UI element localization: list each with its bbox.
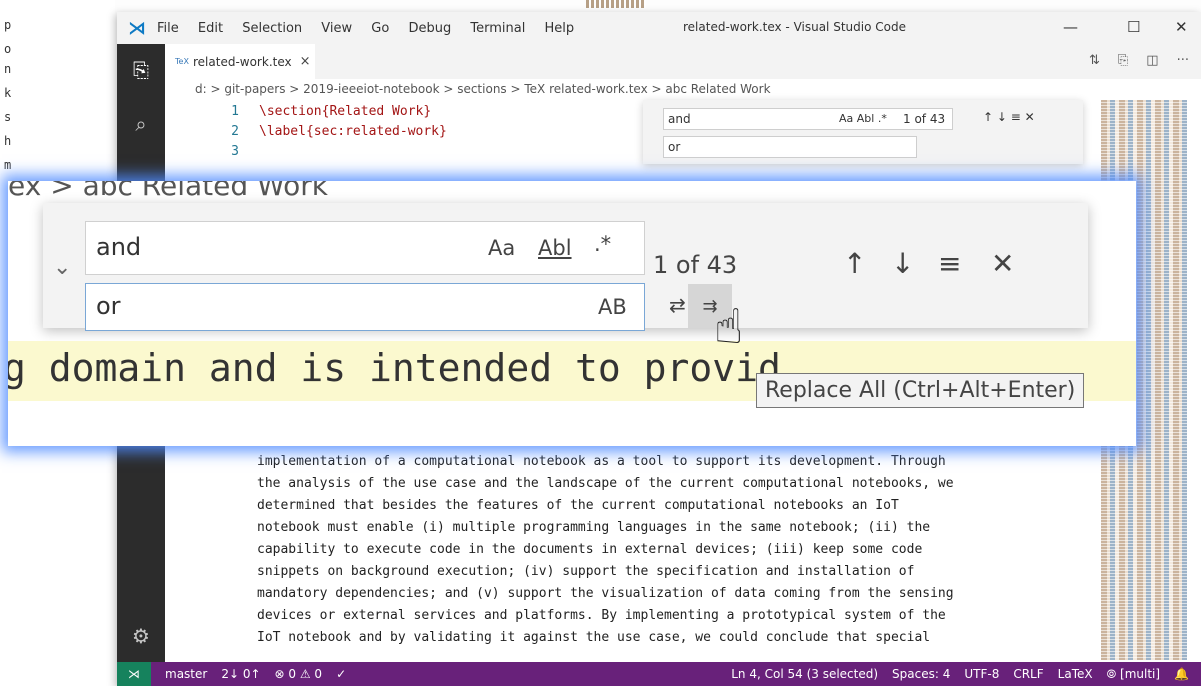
search-icon[interactable]: ⌕ bbox=[129, 112, 153, 136]
cursor-position[interactable]: Ln 4, Col 54 (3 selected) bbox=[731, 667, 878, 681]
title-bar: ⋊ File Edit Selection View Go Debug Term… bbox=[117, 12, 1201, 44]
close-button[interactable]: ✕ bbox=[1175, 18, 1188, 36]
paragraph-line: notebook must enable (i) multiple progra… bbox=[257, 520, 931, 535]
code-line: \label{sec:related-work} bbox=[259, 124, 447, 139]
find-widget: and Aa Abl .* 1 of 43 ↑ ↓ ≡ ✕ or bbox=[643, 100, 1083, 164]
encoding-status[interactable]: UTF-8 bbox=[964, 667, 999, 681]
hand-cursor-icon: ☝ bbox=[714, 299, 744, 355]
replace-input-small[interactable]: or bbox=[663, 136, 917, 158]
background-decoration bbox=[586, 0, 646, 8]
menu-debug[interactable]: Debug bbox=[408, 21, 451, 36]
toggle-replace-icon[interactable]: ⌄ bbox=[53, 255, 71, 280]
tab-bar: TeX related-work.tex × ⇅ ⎘ ◫ ··· bbox=[165, 44, 1201, 79]
match-count: 1 of 43 bbox=[653, 251, 738, 279]
zoom-find-input[interactable]: and Aa Abl .* bbox=[85, 221, 645, 275]
gear-icon[interactable]: ⚙ bbox=[129, 624, 153, 648]
zoom-replace-input[interactable]: or AB bbox=[85, 283, 645, 331]
language-status[interactable]: LaTeX bbox=[1058, 667, 1093, 681]
maximize-button[interactable]: ☐ bbox=[1127, 18, 1140, 36]
match-word-icon[interactable]: Abl bbox=[538, 236, 572, 260]
tab-label: related-work.tex bbox=[193, 54, 292, 69]
regex-icon[interactable]: .* bbox=[878, 112, 887, 125]
menu-file[interactable]: File bbox=[157, 21, 179, 36]
menu-selection[interactable]: Selection bbox=[242, 21, 302, 36]
menu-bar: File Edit Selection View Go Debug Termin… bbox=[157, 21, 589, 36]
notifications-icon[interactable]: 🔔 bbox=[1174, 667, 1189, 681]
match-count-small: 1 of 43 bbox=[903, 112, 946, 126]
eol-status[interactable]: CRLF bbox=[1013, 667, 1043, 681]
preserve-case-icon[interactable]: AB bbox=[598, 295, 627, 319]
explorer-icon[interactable]: ⎘ bbox=[129, 58, 153, 82]
editor-actions: ⇅ ⎘ ◫ ··· bbox=[1089, 53, 1189, 68]
menu-help[interactable]: Help bbox=[544, 21, 574, 36]
problems-status[interactable]: ⊗ 0 ⚠ 0 bbox=[275, 667, 323, 681]
live-share-status[interactable]: ⦾ [multi] bbox=[1107, 667, 1160, 682]
vscode-logo-icon: ⋊ bbox=[128, 17, 146, 39]
zoom-code-next bbox=[8, 403, 1136, 446]
paragraph-line: IoT notebook and by validating it agains… bbox=[257, 630, 931, 645]
close-find-icon[interactable]: ✕ bbox=[991, 247, 1014, 280]
replace-all-tooltip: Replace All (Ctrl+Alt+Enter) bbox=[756, 373, 1085, 408]
paragraph-line: implementation of a computational notebo… bbox=[257, 454, 946, 469]
menu-view[interactable]: View bbox=[321, 21, 352, 36]
previous-match-icon[interactable]: ↑ bbox=[843, 247, 866, 280]
line-number: 2 bbox=[231, 124, 239, 139]
menu-go[interactable]: Go bbox=[371, 21, 389, 36]
split-editor-icon[interactable]: ◫ bbox=[1146, 53, 1158, 68]
status-bar: ⋊ master 2↓ 0↑ ⊗ 0 ⚠ 0 ✓ Ln 4, Col 54 (3… bbox=[117, 662, 1201, 686]
paragraph-line: capability to execute code in the docume… bbox=[257, 542, 923, 557]
code-line: \section{Related Work} bbox=[259, 104, 432, 119]
menu-edit[interactable]: Edit bbox=[198, 21, 223, 36]
sync-status[interactable]: 2↓ 0↑ bbox=[221, 667, 260, 681]
option-row-small: Aa Abl .* bbox=[839, 112, 887, 125]
next-match-icon[interactable]: ↓ bbox=[891, 247, 914, 280]
paragraph-line: snippets on background execution; (iv) s… bbox=[257, 564, 915, 579]
find-in-selection-icon[interactable]: ≡ bbox=[938, 247, 961, 280]
remote-icon[interactable]: ⋊ bbox=[117, 662, 151, 686]
zoom-magnifier: ex > abc Related Work ⌄ and Aa Abl .* 1 … bbox=[8, 181, 1136, 446]
find-nav-small: ↑ ↓ ≡ ✕ bbox=[983, 110, 1035, 124]
open-changes-icon[interactable]: ⇅ bbox=[1089, 53, 1100, 68]
match-case-icon[interactable]: Aa bbox=[839, 112, 853, 125]
check-status[interactable]: ✓ bbox=[336, 667, 346, 681]
replace-icon[interactable]: ⇄ bbox=[669, 293, 686, 317]
minimize-button[interactable]: — bbox=[1063, 18, 1078, 36]
paragraph-line: determined that besides the features of … bbox=[257, 498, 899, 513]
match-word-icon[interactable]: Abl bbox=[857, 112, 875, 125]
line-number: 1 bbox=[231, 104, 239, 119]
zoom-find-widget: ⌄ and Aa Abl .* 1 of 43 ↑ ↓ ≡ ✕ or AB ⇄ bbox=[43, 203, 1088, 331]
tab-related-work[interactable]: TeX related-work.tex × bbox=[165, 44, 315, 79]
window-title: related-work.tex - Visual Studio Code bbox=[683, 20, 906, 34]
open-preview-icon[interactable]: ⎘ bbox=[1118, 53, 1128, 68]
match-case-icon[interactable]: Aa bbox=[488, 236, 515, 260]
more-actions-icon[interactable]: ··· bbox=[1177, 53, 1189, 68]
zoom-breadcrumb: ex > abc Related Work bbox=[8, 181, 328, 202]
menu-terminal[interactable]: Terminal bbox=[470, 21, 525, 36]
indentation-status[interactable]: Spaces: 4 bbox=[892, 667, 950, 681]
line-number: 3 bbox=[231, 144, 239, 159]
paragraph-line: devices or external services and platfor… bbox=[257, 608, 946, 623]
tab-close-icon[interactable]: × bbox=[300, 54, 311, 69]
regex-icon[interactable]: .* bbox=[594, 232, 611, 256]
tex-file-icon: TeX bbox=[175, 57, 189, 66]
breadcrumb[interactable]: d: > git-papers > 2019-ieeeiot-notebook … bbox=[195, 82, 771, 96]
paragraph-line: mandatory dependencies; and (v) support … bbox=[257, 586, 954, 601]
paragraph-line: the analysis of the use case and the lan… bbox=[257, 476, 954, 491]
branch-status[interactable]: master bbox=[165, 667, 207, 681]
